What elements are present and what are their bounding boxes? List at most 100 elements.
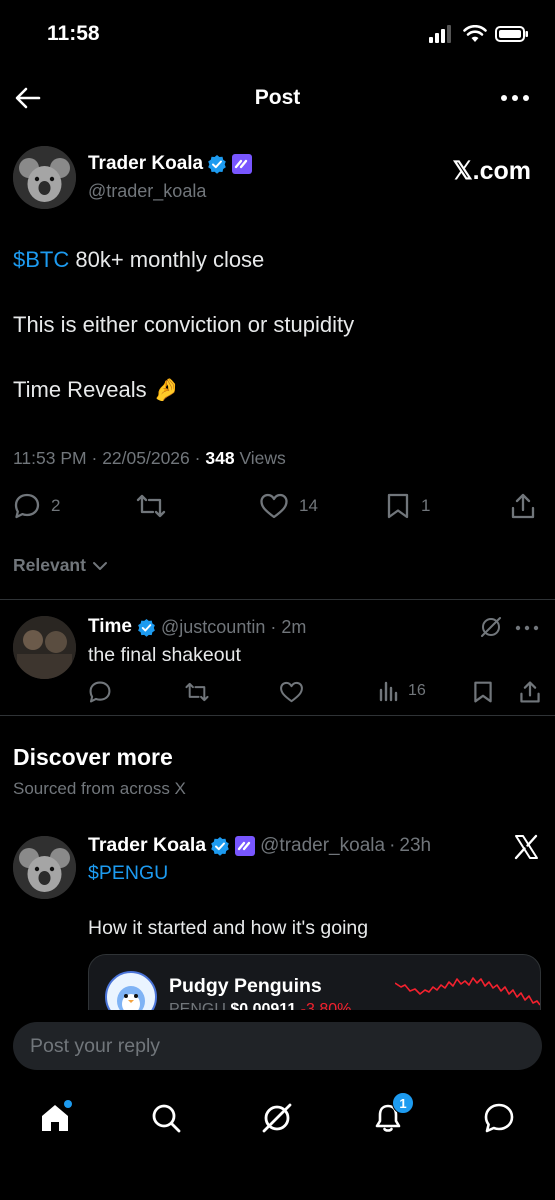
more-dots-icon [501,95,529,101]
nav-header: Post [0,70,555,130]
reply-button[interactable]: 2 [13,492,60,520]
like-button[interactable] [279,680,304,704]
nav-notifications[interactable]: 1 [368,1092,414,1138]
notifications-badge: 1 [392,1092,414,1114]
home-indicator [210,1188,345,1193]
chat-bubble-icon [484,1103,514,1133]
discover-post[interactable]: Trader Koala @trader_koala · 23h $PENGU … [0,830,555,1034]
status-time: 11:58 [47,22,100,45]
verified-badge-icon [211,836,229,856]
token-name: Pudgy Penguins [169,975,322,997]
avatar[interactable] [13,836,76,899]
reply-author-handle[interactable]: @justcountin [161,617,265,638]
heart-icon [280,681,303,703]
more-options-button[interactable] [499,86,531,110]
status-bar: 11:58 [0,0,555,70]
status-icons [429,25,529,43]
bookmark-icon [387,493,409,519]
discover-post-text: How it started and how it's going [88,917,369,939]
nav-search[interactable] [146,1098,186,1138]
meta-separator: · [389,834,396,856]
koala-avatar-icon [13,836,76,899]
reply-button[interactable] [88,680,112,704]
discover-post-age: 23h [399,834,432,856]
discover-post-header: Trader Koala @trader_koala · 23h [88,834,431,857]
grok-icon [262,1103,292,1133]
discover-author-name[interactable]: Trader Koala [88,834,206,857]
nav-messages[interactable] [479,1098,519,1138]
reply-text: the final shakeout [88,644,241,666]
avatar[interactable] [13,146,76,209]
author-name[interactable]: Trader Koala [88,153,253,175]
nav-home[interactable] [35,1098,75,1138]
reply-input[interactable]: Post your reply [13,1022,542,1070]
heart-icon [260,493,288,519]
divider [0,715,555,716]
views-label: Views [239,448,286,468]
share-icon [520,681,540,703]
cellular-signal-icon [429,25,451,43]
discover-author-handle[interactable]: @trader_koala [260,835,385,857]
page-title: Post [254,86,301,109]
verified-badge-icon [138,618,155,637]
reply-sort-dropdown[interactable]: Relevant [13,555,108,576]
meta-separator: · [91,448,103,468]
affiliate-badge-icon [232,154,253,174]
meta-separator: · [270,616,277,637]
verified-badge-icon [208,155,226,174]
like-button[interactable]: 14 [259,492,318,520]
cashtag-link[interactable]: $BTC [13,247,69,272]
post-line-1: $BTC 80k+ monthly close [13,246,543,274]
discover-subtitle: Sourced from across X [13,779,186,798]
more-dots-icon[interactable] [515,624,539,632]
grok-icon[interactable] [480,616,502,638]
repost-icon [185,682,209,702]
reply-item[interactable]: Time @justcountin · 2m the final shakeou… [0,600,555,716]
search-icon [152,1104,181,1133]
reply-composer: Post your reply [0,1010,555,1080]
repost-button[interactable] [135,492,167,520]
repost-icon [136,494,166,518]
share-button[interactable] [509,492,537,520]
bookmark-button[interactable] [472,680,494,704]
share-button[interactable] [518,680,542,704]
avatar[interactable] [13,616,76,679]
author-name-text: Trader Koala [88,153,204,174]
analytics-icon [379,681,398,702]
reply-count: 2 [51,496,61,515]
views-button[interactable]: 16 [378,680,426,702]
nav-grok[interactable] [257,1098,297,1138]
home-notification-dot [64,1100,72,1108]
meta-separator: · [194,448,206,468]
post-action-bar: 2 14 1 [13,492,541,526]
post-line-2: This is either conviction or stupidity [13,312,355,337]
like-count: 14 [299,496,318,515]
reply-views-count: 16 [408,682,426,699]
author-handle[interactable]: @trader_koala [88,181,206,202]
bookmark-button[interactable]: 1 [385,492,430,520]
discover-title: Discover more [13,744,173,770]
koala-avatar-icon [13,146,76,209]
post-line-1-text: 80k+ monthly close [69,247,265,272]
repost-button[interactable] [184,680,210,704]
post-date[interactable]: 22/05/2026 [102,448,190,468]
bookmark-icon [474,681,492,703]
chevron-down-icon [92,561,107,570]
x-logo-icon [514,834,538,860]
post-time[interactable]: 11:53 PM [13,448,87,468]
post-meta: 11:53 PM · 22/05/2026 · 348 Views [13,448,286,469]
bookmark-count: 1 [421,496,431,515]
bottom-nav: 1 [0,1080,555,1200]
source-link[interactable]: 𝕏.com [453,156,532,186]
share-icon [511,493,535,519]
affiliate-badge-icon [235,835,256,856]
reply-author-name[interactable]: Time [88,616,132,638]
battery-icon [495,26,528,42]
reply-action-bar: 16 [88,680,543,708]
reply-header: Time @justcountin · 2m [88,616,306,638]
reply-age: 2m [281,616,307,637]
user-avatar-icon [13,616,76,679]
reply-icon [89,681,111,703]
reply-icon [14,493,40,519]
cashtag-link[interactable]: $PENGU [88,862,168,885]
